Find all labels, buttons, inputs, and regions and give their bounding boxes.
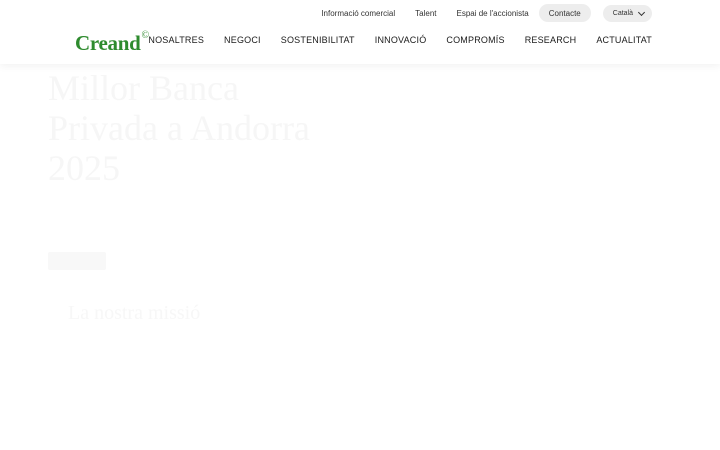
language-selector-label: Català [612, 9, 633, 17]
nav-item-sostenibilitat[interactable]: SOSTENIBILITAT [281, 35, 355, 45]
hero-subtitle: La nostra missió [68, 302, 201, 324]
nav-item-negoci[interactable]: NEGOCI [224, 35, 261, 45]
hero-title-line: Privada a Andorra [48, 108, 310, 148]
nav-item-innovacio[interactable]: INNOVACIÓ [375, 35, 427, 45]
nav-item-compromis[interactable]: COMPROMÍS [446, 35, 504, 45]
language-selector[interactable]: Català [602, 4, 652, 22]
brand-logo-text: Creand [75, 31, 141, 55]
nav-item-nosaltres[interactable]: NOSALTRES [148, 35, 204, 45]
top-link-talent[interactable]: Talent [415, 9, 436, 18]
hero-title: Millor Banca Privada a Andorra 2025 [48, 68, 408, 188]
site-header: Informació comercial Talent Espai de l'a… [0, 0, 720, 64]
hero-tag [48, 252, 106, 270]
contact-button[interactable]: Contacte [538, 4, 591, 22]
top-link-shareholders[interactable]: Espai de l'accionista [457, 9, 529, 18]
hero-title-line: 2025 [48, 148, 120, 188]
brand-logo[interactable]: Creand © [75, 30, 149, 56]
chevron-down-icon [637, 8, 646, 16]
main-nav: NOSALTRES NEGOCI SOSTENIBILITAT INNOVACI… [148, 35, 652, 45]
nav-item-actualitat[interactable]: ACTUALITAT [596, 35, 652, 45]
nav-item-research[interactable]: RESEARCH [525, 35, 577, 45]
top-bar: Informació comercial Talent Espai de l'a… [321, 4, 652, 22]
hero-title-line: Millor Banca [48, 68, 239, 108]
hero-section: Millor Banca Privada a Andorra 2025 [48, 68, 408, 188]
top-link-commercial-info[interactable]: Informació comercial [321, 9, 395, 18]
